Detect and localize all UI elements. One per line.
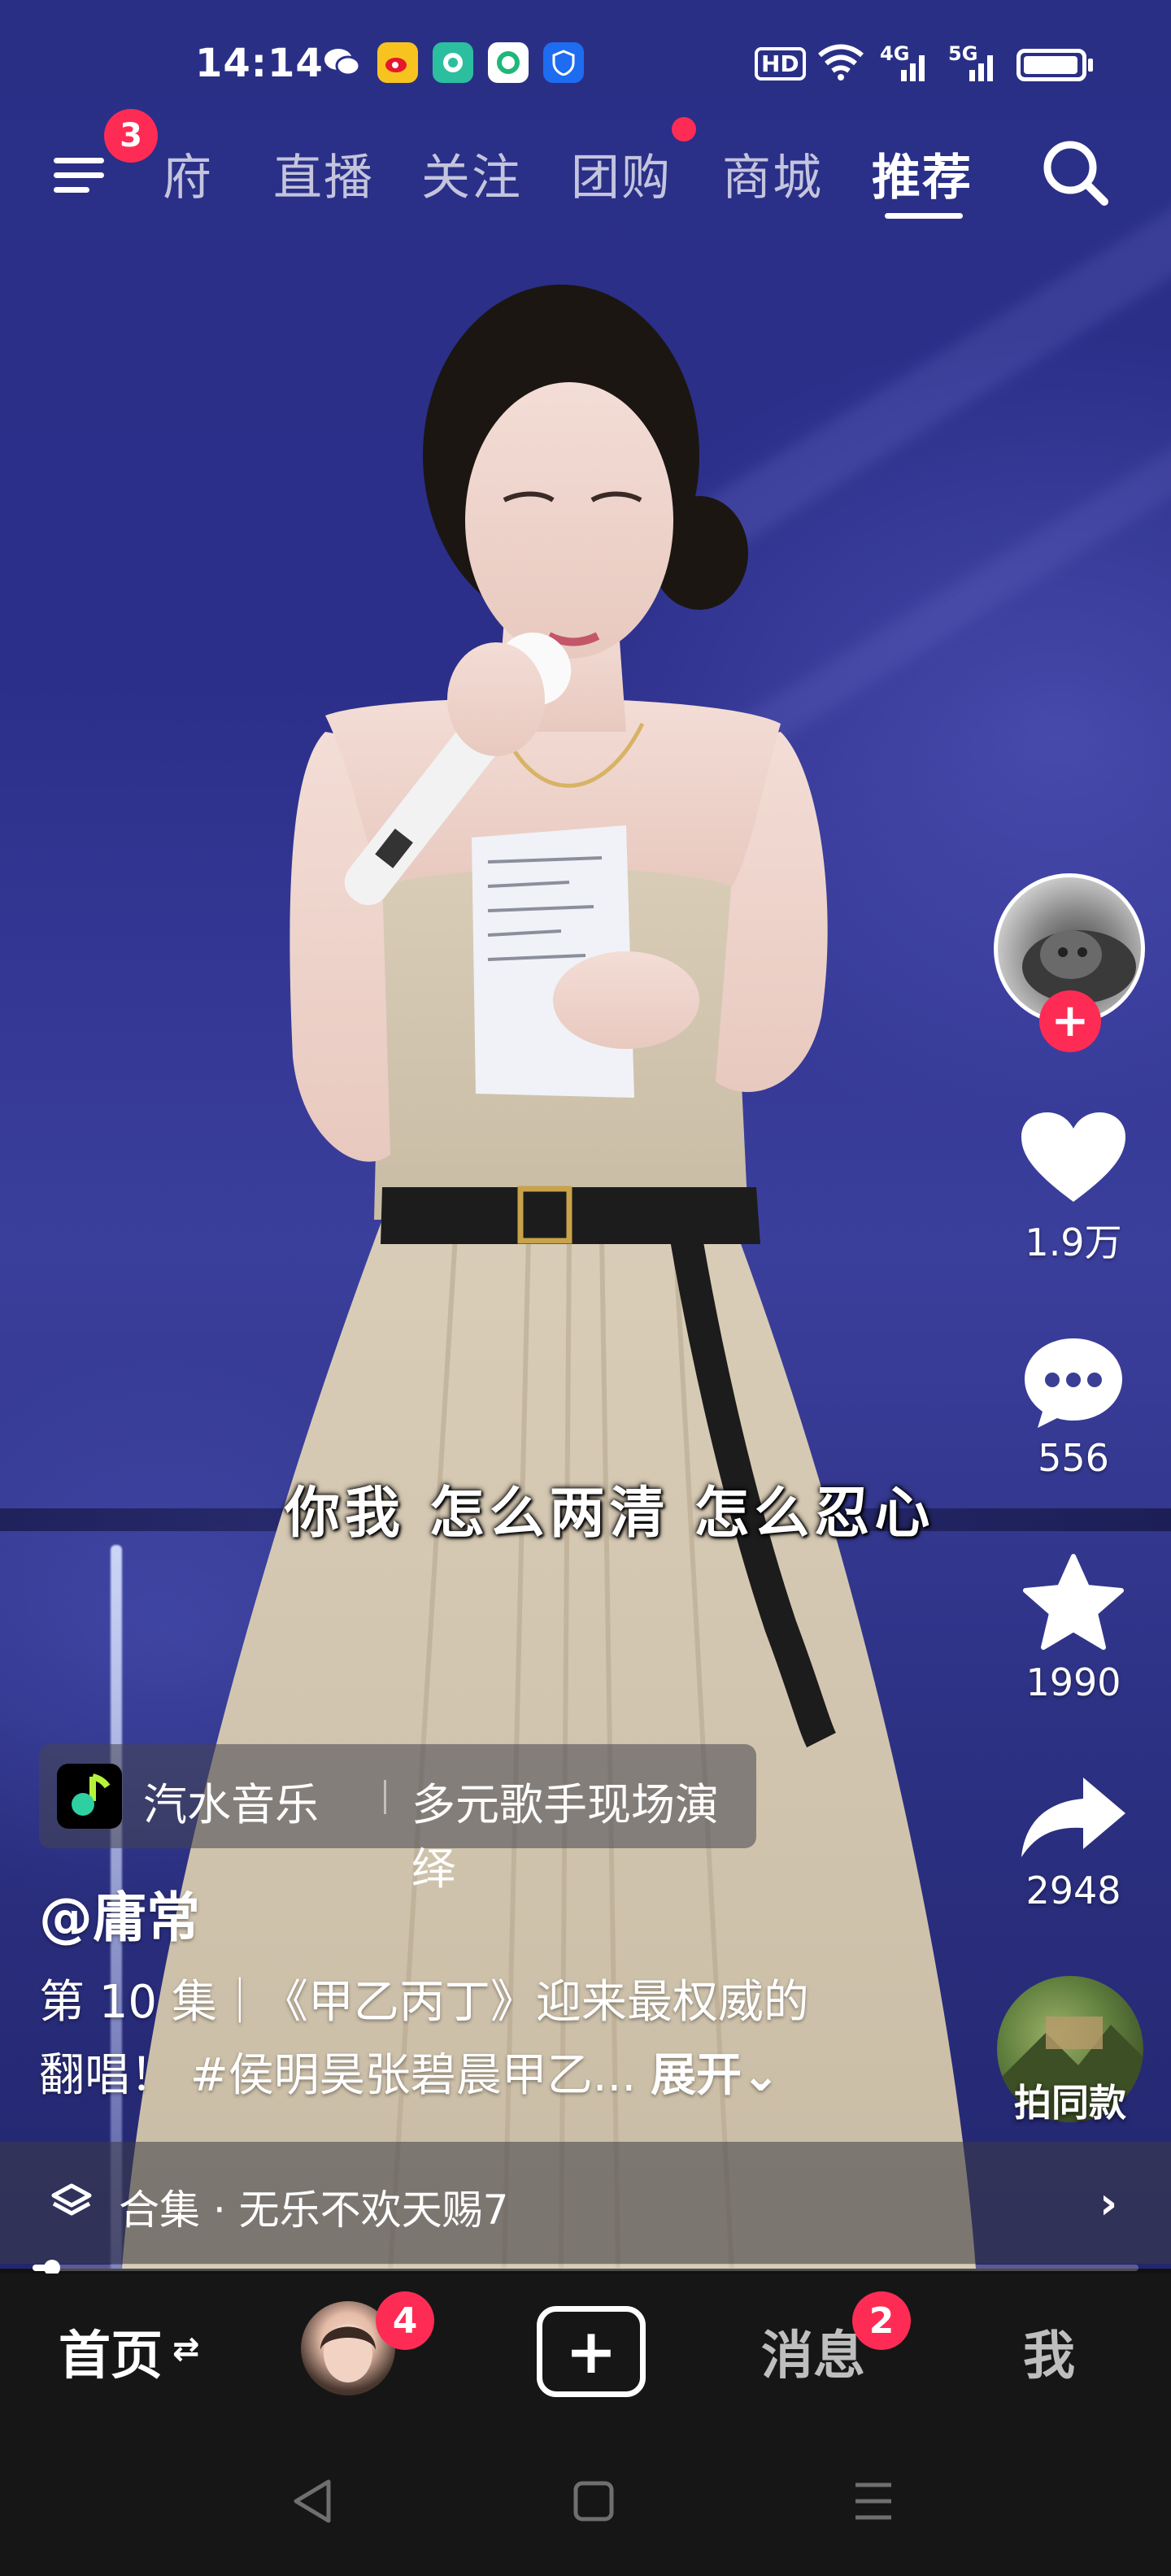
- description-line-2: 翻唱！ #侯明昊张碧晨甲乙... 展开⌄: [39, 2039, 877, 2113]
- status-bar: 14:14 HD 4G 5G: [0, 33, 1171, 98]
- share-count: 2948: [1025, 1869, 1121, 1912]
- menu-badge: 3: [104, 109, 158, 163]
- menu-button[interactable]: [49, 138, 114, 203]
- wechat-icon: [322, 42, 363, 83]
- hd-indicator: HD: [755, 47, 806, 80]
- like-count: 1.9万: [1025, 1221, 1122, 1264]
- switch-feed-icon[interactable]: ⇄: [172, 2330, 200, 2368]
- home-square-icon[interactable]: [571, 2477, 616, 2529]
- signal-5g-icon: [951, 49, 1000, 85]
- collection-name: 合集 · 无乐不欢天赐7: [119, 2187, 509, 2234]
- douyin-video-screen: 14:14 HD 4G 5G 3 府 直播 关注 团购 商城 推荐 你我 怎么两…: [0, 0, 1171, 2576]
- tab-recommend[interactable]: 推荐: [872, 138, 973, 209]
- comment-icon: [992, 1335, 1155, 1429]
- active-tab-indicator: [885, 213, 963, 219]
- favorite-action[interactable]: 1990: [992, 1553, 1155, 1704]
- create-post-button[interactable]: +: [537, 2306, 646, 2397]
- friends-badge: 4: [376, 2291, 434, 2350]
- weibo-icon: [377, 42, 418, 83]
- description-line-1: 第 10 集｜《甲乙丙丁》迎来最权威的: [39, 1976, 809, 2029]
- tab-me[interactable]: 我: [1023, 2314, 1075, 2389]
- layers-icon: [49, 2181, 94, 2230]
- messaging-app-icon: [433, 42, 473, 83]
- music-app-name: 汽水音乐: [143, 1779, 319, 1830]
- like-action[interactable]: 1.9万: [992, 1111, 1155, 1267]
- wifi-icon: [816, 44, 865, 85]
- tab-live[interactable]: 直播: [273, 138, 374, 209]
- music-tag[interactable]: 汽水音乐 多元歌手现场演绎: [39, 1744, 756, 1895]
- star-icon: [992, 1553, 1155, 1654]
- heart-icon: [992, 1111, 1155, 1207]
- share-arrow-icon: [992, 1773, 1155, 1862]
- tab-mall[interactable]: 商城: [722, 138, 823, 209]
- tab-following[interactable]: 关注: [421, 138, 522, 209]
- tab-group-buy[interactable]: 团购: [571, 138, 672, 209]
- recents-icon[interactable]: [851, 2477, 896, 2529]
- status-time: 14:14: [195, 41, 324, 86]
- video-progress-bar[interactable]: [33, 2260, 1138, 2276]
- back-icon[interactable]: [289, 2477, 335, 2529]
- messages-badge: 2: [852, 2291, 911, 2350]
- expand-button[interactable]: 展开⌄: [651, 2049, 780, 2102]
- tab-messages[interactable]: 消息: [761, 2314, 865, 2389]
- author-handle[interactable]: @庸常: [39, 1874, 200, 1952]
- comment-count: 556: [1038, 1436, 1109, 1480]
- post-description[interactable]: 第 10 集｜《甲乙丙丁》迎来最权威的 翻唱！ #侯明昊张碧晨甲乙... 展开⌄: [39, 1966, 877, 2113]
- search-icon[interactable]: [1036, 133, 1114, 215]
- group-buy-dot: [672, 117, 696, 141]
- chevron-right-icon: ›: [1099, 2178, 1118, 2229]
- favorite-count: 1990: [1025, 1660, 1121, 1704]
- tab-home[interactable]: 首页: [59, 2314, 163, 2389]
- share-action[interactable]: 2948: [992, 1773, 1155, 1912]
- collection-bar[interactable]: 合集 · 无乐不欢天赐7 ›: [0, 2142, 1171, 2264]
- video-subtitle: 你我 怎么两清 怎么忍心: [285, 1481, 935, 1546]
- comment-action[interactable]: 556: [992, 1335, 1155, 1480]
- music-separator: [384, 1780, 386, 1814]
- bottom-tab-bar: 首页 ⇄ 4 + 消息 2 我: [0, 2274, 1171, 2428]
- security-shield-icon: [543, 42, 584, 83]
- system-nav-bar: [0, 2428, 1171, 2576]
- app-icon: [488, 42, 529, 83]
- music-description: 多元歌手现场演绎: [411, 1779, 719, 1895]
- qishui-music-logo-icon: [57, 1764, 122, 1829]
- battery-tip: [1088, 59, 1093, 72]
- signal-4g-icon: [883, 49, 932, 85]
- same-style-label[interactable]: 拍同款: [997, 2073, 1143, 2127]
- top-nav: 3 府 直播 关注 团购 商城 推荐: [0, 109, 1171, 220]
- description-line-2-text: 翻唱！ #侯明昊张碧晨甲乙...: [39, 2049, 637, 2102]
- follow-button[interactable]: +: [1039, 990, 1101, 1052]
- battery-icon: [1016, 49, 1086, 81]
- tab-fu[interactable]: 府: [163, 138, 213, 209]
